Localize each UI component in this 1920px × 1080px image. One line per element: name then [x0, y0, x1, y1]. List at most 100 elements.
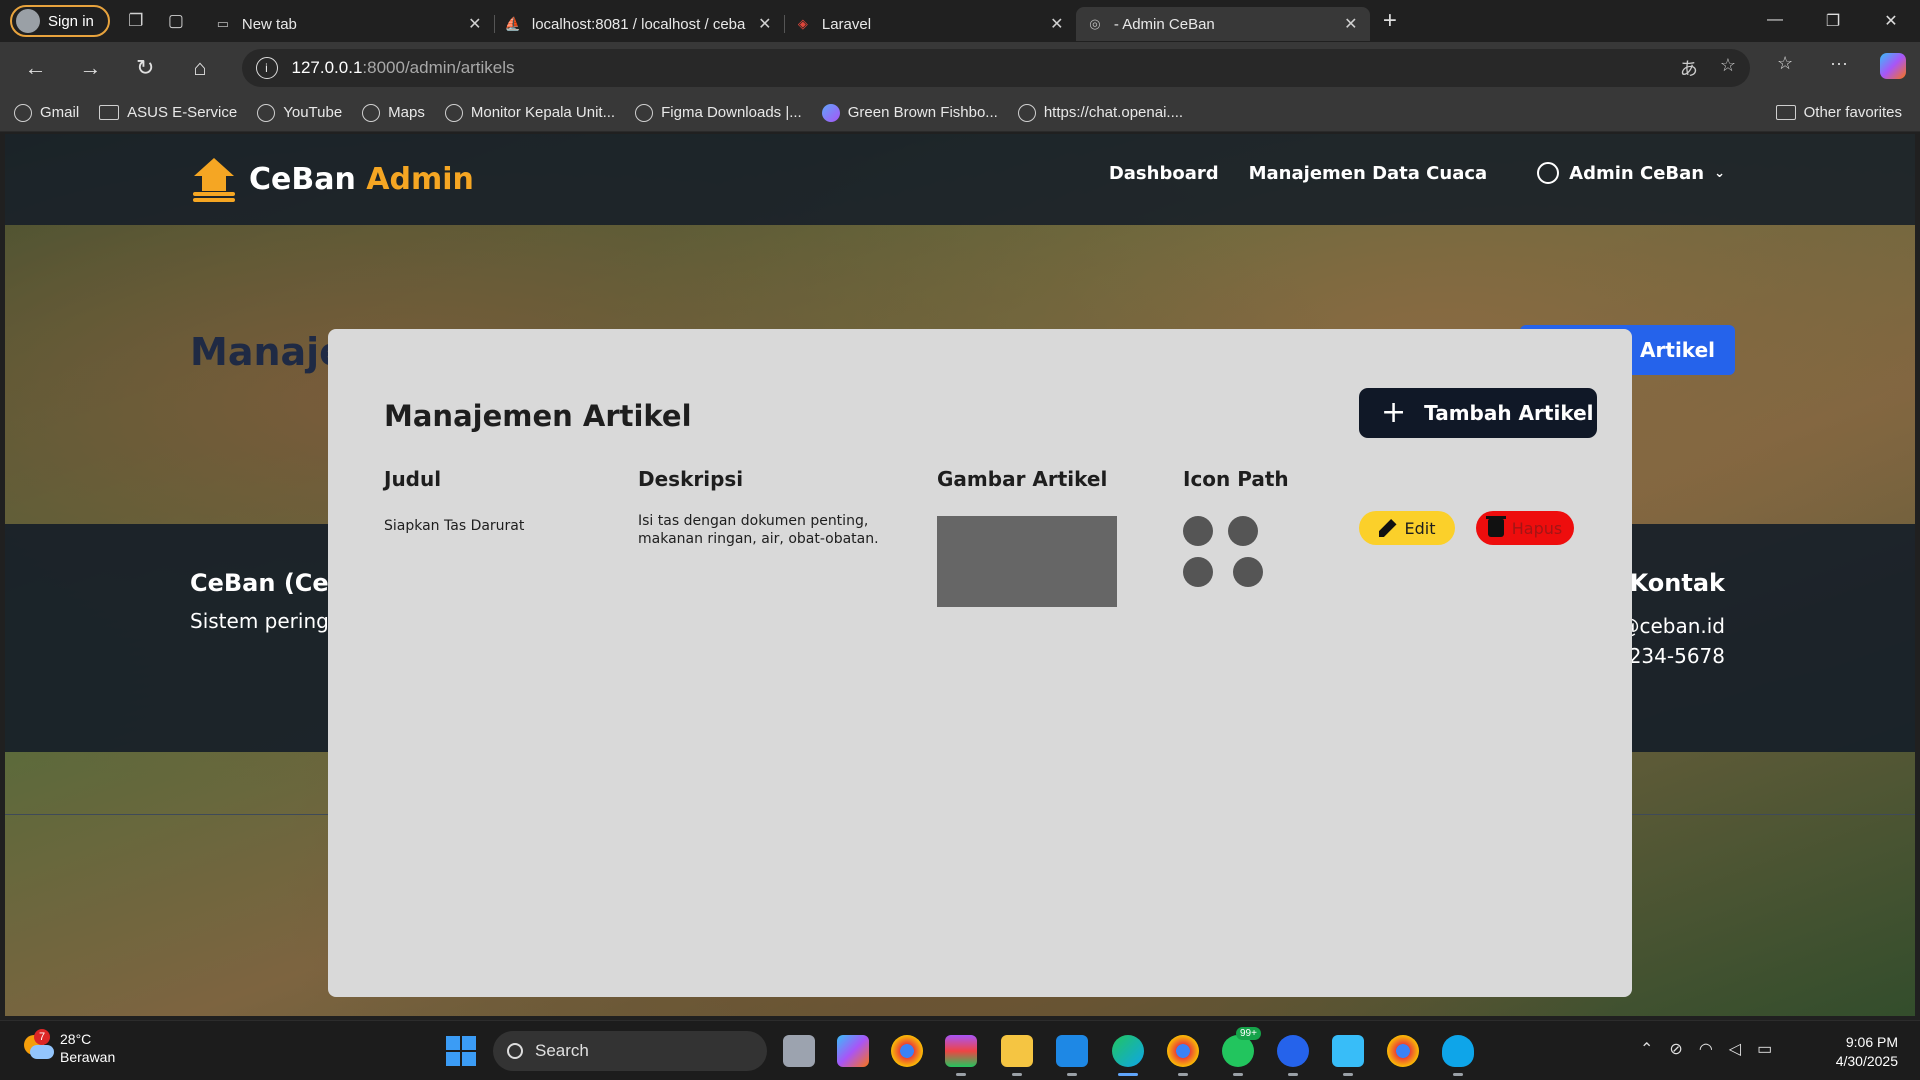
site-logo[interactable]: CeBan Admin [191, 156, 474, 202]
close-window-icon[interactable]: ✕ [1862, 11, 1920, 31]
home-icon[interactable]: ⌂ [173, 55, 228, 81]
main-nav: Dashboard Manajemen Data Cuaca Admin CeB… [1109, 162, 1725, 184]
close-icon[interactable]: ✕ [466, 14, 484, 34]
edit-button[interactable]: Edit [1359, 511, 1455, 545]
bookmark-figma[interactable]: Figma Downloads |... [635, 103, 802, 122]
user-name: Admin CeBan [1569, 162, 1705, 184]
wifi-icon[interactable]: ◠ [1699, 1039, 1713, 1059]
clock[interactable]: 9:06 PM 4/30/2025 [1836, 1033, 1898, 1071]
bookmark-chatgpt[interactable]: https://chat.openai.... [1017, 103, 1183, 122]
close-icon[interactable]: ✕ [1342, 14, 1360, 34]
chevron-up-icon[interactable]: ⌃ [1640, 1039, 1653, 1059]
favorites-icon[interactable]: ☆ [1758, 53, 1812, 84]
copilot-icon[interactable] [1866, 52, 1920, 84]
chrome-profile-icon[interactable] [1167, 1035, 1199, 1076]
more-options-icon[interactable]: ··· [1812, 53, 1866, 84]
tab-admin-ceban[interactable]: ◎ - Admin CeBan ✕ [1075, 7, 1370, 41]
back-icon[interactable]: ← [8, 55, 63, 81]
nav-dashboard[interactable]: Dashboard [1109, 163, 1219, 184]
user-menu[interactable]: Admin CeBan ⌄ [1537, 162, 1725, 184]
sign-in-button[interactable]: Sign in [10, 5, 110, 37]
article-management-modal: Manajemen Artikel + Tambah Artikel Judul… [328, 329, 1632, 997]
tab-laravel[interactable]: ◈ Laravel ✕ [784, 7, 1076, 41]
chrome-icon-2[interactable] [1387, 1035, 1419, 1067]
bookmarks-bar: Gmail ASUS E-Service YouTube Maps Monito… [0, 94, 1920, 132]
close-icon[interactable]: ✕ [756, 14, 774, 34]
brand-accent: Admin [366, 161, 474, 197]
close-icon[interactable]: ✕ [1048, 14, 1066, 34]
bookmark-canva[interactable]: Green Brown Fishbo... [821, 103, 998, 122]
column-header-deskripsi: Deskripsi [638, 467, 744, 491]
vscode-icon[interactable] [1056, 1035, 1088, 1076]
delete-label: Hapus [1511, 518, 1563, 538]
bookmark-label: Green Brown Fishbo... [847, 104, 998, 121]
file-explorer-icon[interactable] [1001, 1035, 1033, 1076]
network-off-icon[interactable]: ⊘ [1669, 1039, 1682, 1059]
forward-icon[interactable]: → [63, 55, 118, 81]
add-article-button[interactable]: + Tambah Artikel [1359, 388, 1597, 438]
bookmark-label: Other favorites [1803, 104, 1902, 121]
tab-label: New tab [241, 15, 297, 33]
other-favorites[interactable]: Other favorites [1775, 104, 1902, 121]
search-label: Search [535, 1041, 589, 1060]
app-icon[interactable] [1442, 1035, 1474, 1076]
column-header-icon-path: Icon Path [1183, 467, 1289, 491]
weather-badge: 7 [34, 1029, 50, 1045]
windows-taskbar: 7 28°C Berawan Search 99+ ⌃ ⊘ ◠ ◁ ▭ 9:06… [0, 1020, 1920, 1080]
globe-icon [444, 103, 463, 122]
workspaces-icon[interactable]: ❐ [116, 5, 156, 37]
edge-icon[interactable] [1112, 1035, 1144, 1076]
background-page-title: Manaje [190, 330, 345, 374]
minimize-icon[interactable]: — [1746, 11, 1804, 31]
globe-icon [257, 103, 276, 122]
weather-description: Berawan [60, 1049, 116, 1065]
task-view-icon[interactable] [783, 1035, 815, 1067]
weather-temperature: 28°C [60, 1031, 92, 1047]
user-icon [1537, 162, 1560, 184]
cell-deskripsi-line-2: makanan ringan, air, obat-obatan. [638, 531, 879, 547]
url-path: :8000/admin/artikels [362, 58, 515, 77]
start-menu-icon[interactable] [446, 1036, 476, 1066]
read-aloud-icon[interactable]: あ [1680, 55, 1698, 81]
taskbar-search[interactable]: Search [493, 1031, 767, 1071]
winrar-icon[interactable] [945, 1035, 977, 1076]
canva-icon [821, 103, 840, 122]
bookmark-gmail[interactable]: Gmail [14, 103, 79, 122]
new-tab-button[interactable]: + [1370, 7, 1410, 35]
bookmark-monitor[interactable]: Monitor Kepala Unit... [444, 103, 615, 122]
nav-weather-data[interactable]: Manajemen Data Cuaca [1249, 163, 1488, 184]
folder-icon [99, 105, 120, 120]
whatsapp-icon[interactable]: 99+ [1222, 1027, 1261, 1076]
clock-time: 9:06 PM [1845, 1034, 1898, 1050]
volume-icon[interactable]: ◁ [1729, 1039, 1741, 1059]
copilot-app-icon[interactable] [837, 1035, 869, 1067]
restore-icon[interactable]: ❐ [1804, 11, 1862, 31]
bookmark-youtube[interactable]: YouTube [257, 103, 342, 122]
notepad-icon[interactable] [1332, 1035, 1364, 1076]
brand-name: CeBan Admin [249, 162, 474, 197]
url-input[interactable]: i 127.0.0.1 :8000/admin/artikels あ ☆ [241, 49, 1751, 87]
profile-avatar-icon [16, 9, 40, 33]
battery-icon[interactable]: ▭ [1757, 1039, 1772, 1059]
search-icon [507, 1043, 523, 1059]
column-header-judul: Judul [384, 467, 442, 491]
zoom-icon[interactable] [1277, 1035, 1309, 1076]
tab-label: - Admin CeBan [1113, 15, 1215, 33]
bookmark-maps[interactable]: Maps [362, 103, 425, 122]
placeholder-dot [1183, 516, 1213, 546]
brand-main: CeBan [249, 161, 356, 197]
article-image-placeholder [937, 516, 1117, 607]
delete-button[interactable]: Hapus [1476, 511, 1574, 545]
tab-new-tab[interactable]: ▭ New tab ✕ [204, 7, 495, 41]
system-tray: ⌃ ⊘ ◠ ◁ ▭ [1640, 1039, 1772, 1059]
bookmark-label: Figma Downloads |... [661, 104, 802, 121]
trash-icon [1485, 516, 1506, 537]
weather-widget[interactable]: 7 28°C Berawan [22, 1029, 116, 1066]
tab-actions-icon[interactable]: ▢ [156, 5, 196, 37]
site-info-icon[interactable]: i [255, 57, 278, 79]
favorite-star-icon[interactable]: ☆ [1720, 55, 1736, 81]
tab-phpmyadmin[interactable]: ⛵ localhost:8081 / localhost / ceban ✕ [494, 7, 785, 41]
bookmark-asus-eservice[interactable]: ASUS E-Service [99, 104, 237, 121]
chrome-icon[interactable] [891, 1035, 923, 1067]
refresh-icon[interactable]: ↻ [118, 55, 173, 81]
